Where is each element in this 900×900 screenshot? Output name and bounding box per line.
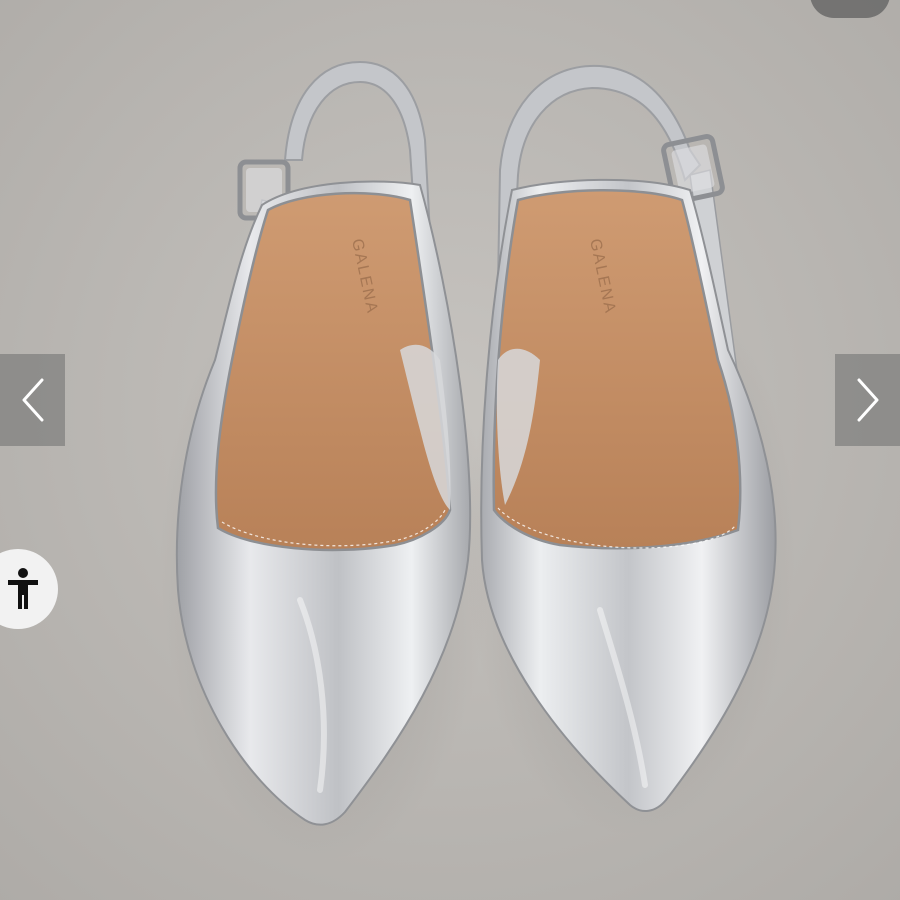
next-image-button[interactable] bbox=[835, 354, 900, 446]
accessibility-person-icon bbox=[8, 568, 38, 609]
previous-image-button[interactable] bbox=[0, 354, 65, 446]
image-viewer: GALENA GALENA bbox=[0, 0, 900, 900]
chevron-left-icon bbox=[22, 378, 43, 422]
chevron-right-icon bbox=[857, 378, 878, 422]
product-photo: GALENA GALENA bbox=[0, 0, 900, 900]
